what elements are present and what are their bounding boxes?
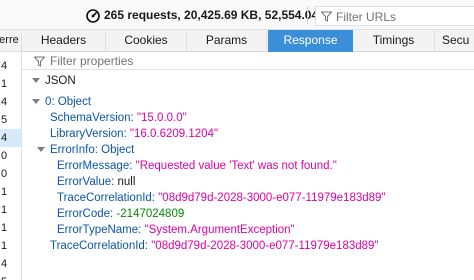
tree-row-errormessage[interactable]: ErrorMessage: "Requested value 'Text' wa… xyxy=(57,158,337,174)
request-list: eferre 4 1 4 5 4 0 0 1 1 1 1 4 5 xyxy=(0,30,22,280)
tree-node-root[interactable]: 0: Object xyxy=(32,94,91,110)
tab-security[interactable]: Secu xyxy=(435,30,474,52)
tree-row-tracecorrelationid-outer[interactable]: TraceCorrelationId: "08d9d79d-2028-3000-… xyxy=(50,238,379,254)
json-section-header[interactable]: JSON xyxy=(32,73,76,89)
list-item[interactable]: 1 xyxy=(0,183,21,201)
network-status-bar: 265 requests, 20,425.69 KB, 52,554.04 s xyxy=(0,0,474,30)
details-tabs: Headers Cookies Params Response Timings … xyxy=(22,30,474,52)
tree-row-errorcode[interactable]: ErrorCode: -2147024809 xyxy=(57,206,184,222)
performance-analysis-icon[interactable] xyxy=(86,9,100,23)
tab-response[interactable]: Response xyxy=(268,30,353,52)
list-item-selected[interactable]: 4 xyxy=(0,129,21,147)
filter-urls-box[interactable] xyxy=(315,6,474,26)
tree-row-errortypename[interactable]: ErrorTypeName: "System.ArgumentException… xyxy=(57,222,295,238)
collapse-arrow-icon[interactable] xyxy=(32,78,40,83)
list-item[interactable]: 1 xyxy=(0,201,21,219)
request-summary: 265 requests, 20,425.69 KB, 52,554.04 s xyxy=(104,8,329,22)
list-item[interactable]: 4 xyxy=(0,255,21,273)
filter-icon xyxy=(321,11,332,22)
tab-cookies[interactable]: Cookies xyxy=(106,30,187,52)
tree-row-schemaversion[interactable]: SchemaVersion: "15.0.0.0" xyxy=(50,110,187,126)
list-item[interactable]: 1 xyxy=(0,75,21,93)
tab-timings[interactable]: Timings xyxy=(353,30,435,52)
list-item[interactable]: 1 xyxy=(0,219,21,237)
column-header-referrer[interactable]: eferre xyxy=(0,30,21,52)
collapse-arrow-icon[interactable] xyxy=(32,99,40,104)
list-item[interactable]: 5 xyxy=(0,111,21,129)
tree-row-tracecorrelationid-inner[interactable]: TraceCorrelationId: "08d9d79d-2028-3000-… xyxy=(57,190,386,206)
filter-urls-input[interactable] xyxy=(336,9,466,24)
list-item[interactable]: 1 xyxy=(0,237,21,255)
filter-icon xyxy=(34,56,45,67)
collapse-arrow-icon[interactable] xyxy=(37,147,45,152)
tree-row-libraryversion[interactable]: LibraryVersion: "16.0.6209.1204" xyxy=(50,126,218,142)
tree-node-errorinfo[interactable]: ErrorInfo: Object xyxy=(37,142,134,158)
list-item[interactable]: 4 xyxy=(0,93,21,111)
filter-properties-input[interactable] xyxy=(50,53,350,68)
toolbar-separator xyxy=(307,6,308,24)
list-item[interactable]: 0 xyxy=(0,147,21,165)
list-item[interactable]: 5 xyxy=(0,273,21,280)
list-item[interactable]: 0 xyxy=(0,165,21,183)
json-response-tree: JSON 0: Object SchemaVersion: "15.0.0.0"… xyxy=(22,70,474,280)
tree-row-errorvalue[interactable]: ErrorValue: null xyxy=(57,174,135,190)
tab-headers[interactable]: Headers xyxy=(22,30,106,52)
filter-properties-box[interactable] xyxy=(22,52,474,70)
tab-params[interactable]: Params xyxy=(187,30,267,52)
list-item[interactable]: 4 xyxy=(0,57,21,75)
